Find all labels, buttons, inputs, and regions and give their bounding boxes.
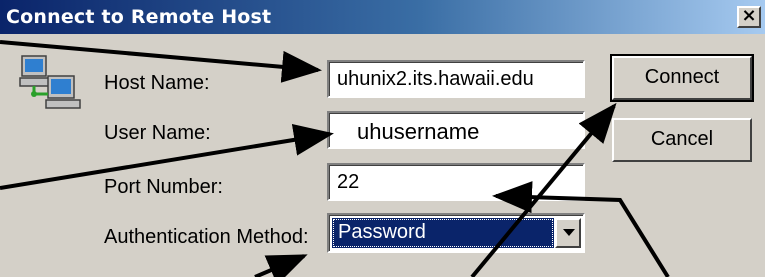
port-number-label: Port Number:: [104, 176, 223, 198]
user-name-label: User Name:: [104, 122, 211, 144]
user-name-input[interactable]: uhusername: [327, 111, 585, 149]
port-number-input[interactable]: 22: [327, 163, 585, 201]
arrow-to-auth-field: [254, 254, 308, 277]
auth-method-select[interactable]: Password: [327, 213, 585, 253]
host-name-input[interactable]: uhunix2.its.hawaii.edu: [327, 60, 585, 98]
connect-dialog: Connect to Remote Host × Host Name: uhun…: [0, 0, 765, 277]
cancel-button[interactable]: Cancel: [612, 118, 752, 162]
connect-button[interactable]: Connect: [610, 54, 754, 102]
title-bar[interactable]: Connect to Remote Host ×: [0, 0, 765, 34]
window-title: Connect to Remote Host: [6, 6, 272, 28]
close-button[interactable]: ×: [737, 6, 761, 28]
auth-method-value: Password: [332, 218, 554, 248]
network-computers-icon: [19, 55, 81, 109]
close-icon: ×: [741, 5, 757, 26]
user-name-annotation: uhusername: [357, 119, 480, 144]
chevron-down-icon[interactable]: [555, 218, 581, 248]
auth-method-label: Authentication Method:: [104, 226, 309, 248]
host-name-label: Host Name:: [104, 72, 210, 94]
